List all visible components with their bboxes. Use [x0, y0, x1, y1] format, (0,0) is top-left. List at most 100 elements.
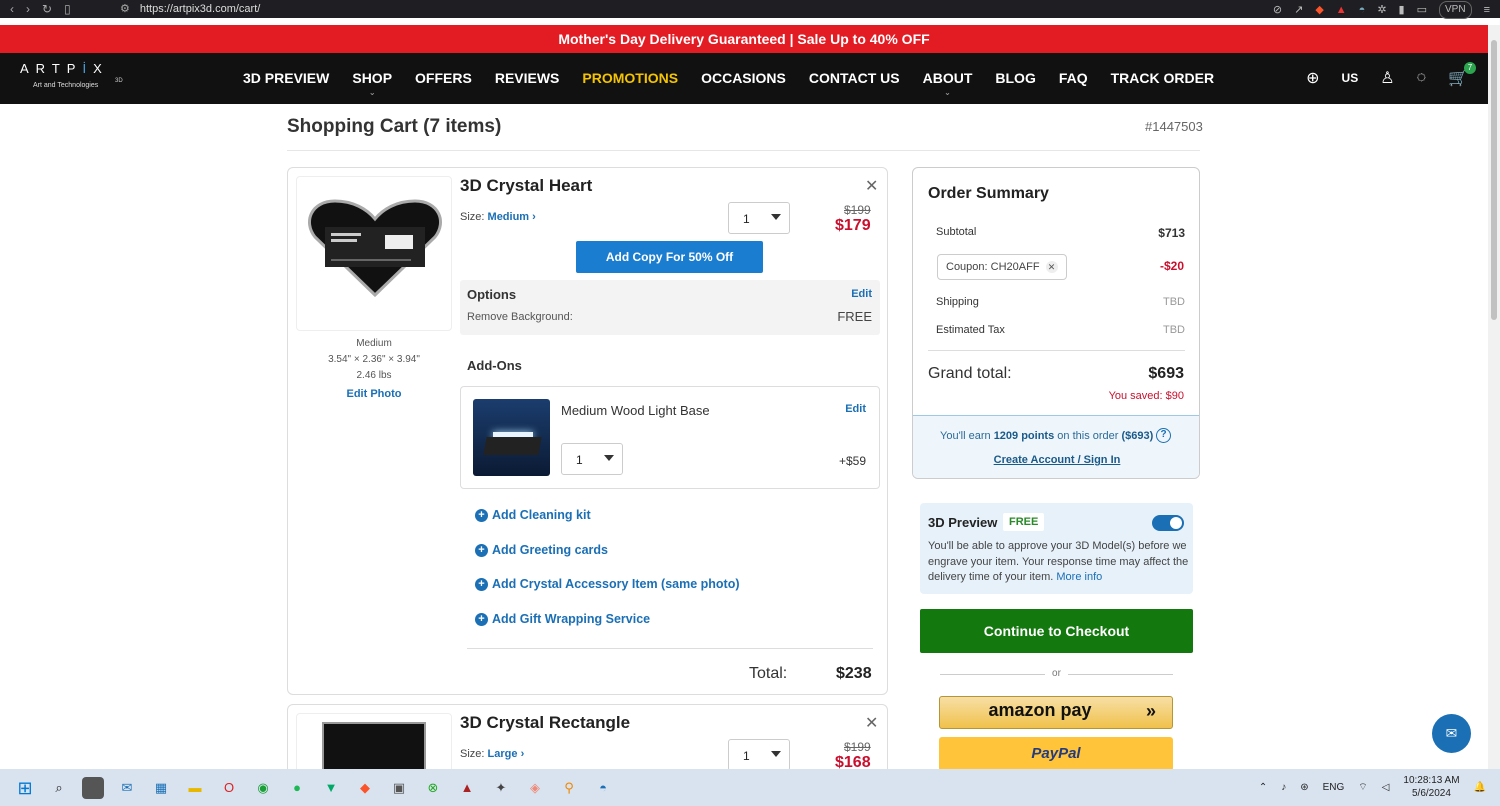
- option-value: FREE: [837, 309, 872, 324]
- search-app-icon[interactable]: ⚲: [558, 777, 580, 799]
- user-icon[interactable]: ♙: [1380, 68, 1394, 88]
- nav-faq[interactable]: FAQ: [1059, 70, 1088, 86]
- store-icon[interactable]: ▦: [150, 777, 172, 799]
- amazon-pay-button[interactable]: amazon pay »: [939, 696, 1173, 729]
- remove-coupon-close-icon[interactable]: ✕: [1045, 261, 1058, 273]
- app-icon[interactable]: ✦: [490, 777, 512, 799]
- coupon-amount: -$20: [1159, 259, 1184, 273]
- folder-icon[interactable]: ▬: [184, 777, 206, 799]
- nav-about[interactable]: ABOUT ⌄: [923, 70, 973, 97]
- region-selector[interactable]: US: [1342, 71, 1359, 85]
- back-icon[interactable]: ‹: [10, 1, 14, 17]
- item-title[interactable]: 3D Crystal Rectangle: [460, 713, 630, 733]
- quantity-select[interactable]: 1: [728, 202, 790, 234]
- artpix-logo[interactable]: ARTPİX 3D Art and Technologies: [20, 61, 130, 89]
- clock-time: 10:28:13 AM: [1403, 775, 1460, 786]
- size-selector[interactable]: Size: Large ›: [460, 748, 524, 760]
- remove-item-close-icon[interactable]: ✕: [865, 713, 878, 733]
- app-icon[interactable]: ◈: [524, 777, 546, 799]
- mic-off-icon[interactable]: ⊘: [1273, 2, 1282, 18]
- wallet-icon[interactable]: ▭: [1417, 2, 1427, 18]
- language-indicator[interactable]: ENG: [1323, 782, 1345, 793]
- size-value[interactable]: Medium: [488, 211, 530, 223]
- continue-to-checkout-button[interactable]: Continue to Checkout: [920, 609, 1193, 653]
- nav-contact-us[interactable]: CONTACT US: [809, 70, 900, 86]
- size-selector[interactable]: Size: Medium ›: [460, 211, 536, 223]
- nav-shop[interactable]: SHOP ⌄: [352, 70, 392, 97]
- nav-reviews[interactable]: REVIEWS: [495, 70, 560, 86]
- vpn-app-icon[interactable]: ▼: [320, 777, 342, 799]
- add-cleaning-kit-link[interactable]: + Add Cleaning kit: [475, 508, 591, 522]
- question-circle-icon[interactable]: ?: [1156, 428, 1171, 443]
- size-value[interactable]: Large: [488, 748, 518, 760]
- chat-bubble-icon[interactable]: ✉: [1432, 714, 1471, 753]
- more-info-link[interactable]: More info: [1056, 571, 1102, 583]
- opera-icon[interactable]: O: [218, 777, 240, 799]
- create-account-link[interactable]: Create Account / Sign In: [913, 454, 1199, 466]
- points-amount: ($693): [1121, 430, 1154, 442]
- brave-rewards-icon[interactable]: ▲: [1336, 2, 1347, 18]
- coupon-code: Coupon: CH20AFF: [946, 261, 1040, 273]
- network-icon[interactable]: ⊛: [1300, 782, 1308, 793]
- add-copy-button[interactable]: Add Copy For 50% Off: [576, 241, 763, 273]
- bookmark-icon[interactable]: ▯: [64, 1, 71, 17]
- menu-icon[interactable]: ≡: [1484, 2, 1490, 18]
- options-edit-link[interactable]: Edit: [851, 288, 872, 300]
- clock[interactable]: 10:28:13 AM 5/6/2024: [1403, 774, 1459, 800]
- nav-offers[interactable]: OFFERS: [415, 70, 472, 86]
- tax-row: Estimated Tax TBD: [936, 324, 1185, 336]
- app-icon[interactable]: ▲: [456, 777, 478, 799]
- globe-icon[interactable]: ⊕: [1306, 68, 1319, 88]
- edge-icon[interactable]: ◓: [592, 777, 614, 799]
- speaker-icon[interactable]: ♪: [1281, 782, 1286, 793]
- spotify-icon[interactable]: ●: [286, 777, 308, 799]
- extensions-puzzle-icon[interactable]: ✲: [1377, 2, 1386, 18]
- product-thumbnail[interactable]: [296, 176, 452, 331]
- addon-quantity-select[interactable]: 1: [561, 443, 623, 475]
- quantity-select[interactable]: 1: [728, 739, 790, 771]
- add-crystal-accessory-link[interactable]: + Add Crystal Accessory Item (same photo): [475, 577, 740, 591]
- brave-shield-icon[interactable]: ◆: [1315, 2, 1323, 18]
- item-title[interactable]: 3D Crystal Heart: [460, 176, 592, 196]
- logo-text-i: İ: [82, 61, 94, 76]
- remove-item-close-icon[interactable]: ✕: [865, 176, 878, 196]
- sidebar-icon[interactable]: ▮: [1399, 2, 1405, 18]
- nav-blog[interactable]: BLOG: [995, 70, 1035, 86]
- cart-icon[interactable]: 🛒 7: [1448, 62, 1476, 88]
- add-greeting-cards-link[interactable]: + Add Greeting cards: [475, 543, 608, 557]
- page-scrollbar[interactable]: [1488, 25, 1500, 769]
- scrollbar-thumb[interactable]: [1491, 40, 1497, 320]
- vpn-button[interactable]: VPN: [1439, 1, 1472, 19]
- points-text: You'll earn 1209 points on this order ($…: [940, 430, 1153, 442]
- chrome-icon[interactable]: ◉: [252, 777, 274, 799]
- 3d-preview-toggle[interactable]: [1152, 515, 1184, 531]
- extension-icon[interactable]: ◓: [1359, 2, 1366, 18]
- volume-icon[interactable]: ◁: [1382, 782, 1390, 793]
- promo-banner[interactable]: Mother's Day Delivery Guaranteed | Sale …: [0, 25, 1488, 53]
- reload-icon[interactable]: ↻: [42, 1, 52, 17]
- nav-promotions[interactable]: PROMOTIONS: [582, 70, 678, 86]
- brave-icon[interactable]: ◆: [354, 777, 376, 799]
- share-icon[interactable]: ↗: [1294, 2, 1303, 18]
- url-bar[interactable]: https://artpix3d.com/cart/: [140, 3, 260, 15]
- chat-icon[interactable]: ◌: [1417, 69, 1427, 87]
- tray-chevron-icon[interactable]: ⌃: [1259, 782, 1267, 793]
- task-view-icon[interactable]: [82, 777, 104, 799]
- site-settings-icon[interactable]: ⚙: [120, 2, 130, 15]
- edit-photo-link[interactable]: Edit Photo: [296, 386, 452, 402]
- windows-start-icon[interactable]: ⊞: [14, 777, 36, 799]
- search-icon[interactable]: ⌕: [48, 777, 70, 799]
- nav-occasions[interactable]: OCCASIONS: [701, 70, 786, 86]
- addon-edit-link[interactable]: Edit: [845, 403, 866, 415]
- forward-icon[interactable]: ›: [26, 1, 30, 17]
- xbox-icon[interactable]: ⊗: [422, 777, 444, 799]
- game-icon[interactable]: ▣: [388, 777, 410, 799]
- mail-icon[interactable]: ✉: [116, 777, 138, 799]
- nav-track-order[interactable]: TRACK ORDER: [1111, 70, 1214, 86]
- savings-text: You saved: $90: [1108, 390, 1184, 402]
- wifi-icon[interactable]: ⌔: [1358, 781, 1367, 794]
- nav-3d-preview[interactable]: 3D PREVIEW: [243, 70, 329, 86]
- notification-bell-icon[interactable]: 🔔: [1474, 782, 1486, 793]
- paypal-button[interactable]: PayPal: [939, 737, 1173, 771]
- add-gift-wrapping-link[interactable]: + Add Gift Wrapping Service: [475, 612, 650, 626]
